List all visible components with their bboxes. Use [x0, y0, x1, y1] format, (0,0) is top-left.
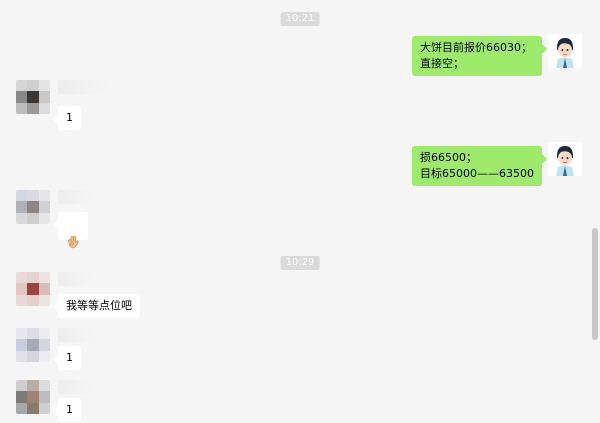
timestamp: 10:21	[280, 12, 320, 26]
sender-name-blurred	[58, 328, 96, 342]
chat-window: 10:21 大饼目前报价66030； 直接空； 1 损66500； 目标6500…	[0, 0, 600, 423]
ok-hand-emoji-icon	[68, 235, 79, 249]
sender-name-blurred	[58, 80, 110, 94]
sender-name-blurred	[58, 272, 92, 286]
contact-avatar-blurred[interactable]	[16, 272, 50, 306]
message-bubble-incoming[interactable]	[53, 212, 88, 249]
timestamp: 10:29	[280, 256, 320, 270]
message-bubble-incoming[interactable]: 1	[53, 398, 81, 422]
message-bubble-incoming[interactable]: 1	[53, 346, 81, 370]
sender-name-blurred	[58, 190, 96, 204]
message-bubble-outgoing[interactable]: 大饼目前报价66030； 直接空；	[412, 36, 547, 76]
contact-avatar-blurred[interactable]	[16, 80, 50, 114]
cartoon-avatar-icon	[548, 34, 582, 68]
self-avatar[interactable]	[548, 34, 582, 68]
message-bubble-incoming[interactable]: 1	[53, 106, 81, 130]
contact-avatar-blurred[interactable]	[16, 190, 50, 224]
contact-avatar-blurred[interactable]	[16, 380, 50, 414]
self-avatar[interactable]	[548, 142, 582, 176]
message-bubble-incoming[interactable]: 我等等点位吧	[53, 294, 140, 318]
message-bubble-outgoing[interactable]: 损66500； 目标65000——63500	[412, 146, 547, 186]
cartoon-avatar-icon	[548, 142, 582, 176]
sender-name-blurred	[58, 380, 96, 394]
contact-avatar-blurred[interactable]	[16, 328, 50, 362]
scrollbar-thumb[interactable]	[592, 228, 598, 340]
